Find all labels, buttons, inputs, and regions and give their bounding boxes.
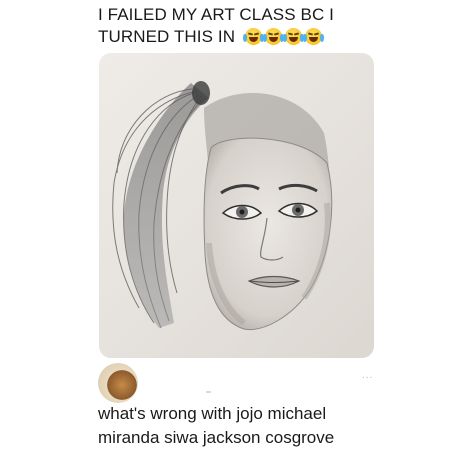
caption-line-1: I FAILED MY ART CLASS BC I — [98, 5, 334, 24]
crying-face-icon — [302, 28, 324, 45]
more-options-icon[interactable]: ... — [362, 370, 373, 381]
crying-face-icon — [282, 28, 304, 45]
commenter-avatar[interactable] — [98, 363, 138, 403]
comment-text: what's wrong with jojo michael miranda s… — [98, 402, 418, 450]
post-caption: I FAILED MY ART CLASS BC I TURNED THIS I… — [98, 4, 398, 48]
emoji-row — [242, 28, 324, 45]
crying-face-icon — [262, 28, 284, 45]
post-image-pencil-drawing[interactable] — [99, 53, 374, 358]
caption-line-2: TURNED THIS IN — [98, 26, 398, 48]
divider-mark — [206, 391, 211, 393]
comment-line-2: miranda siwa jackson cosgrove — [98, 428, 335, 447]
comment-line-1: what's wrong with jojo michael — [98, 404, 327, 423]
caption-line-2-text: TURNED THIS IN — [98, 27, 236, 46]
pencil-portrait-drawing — [112, 81, 333, 331]
crying-face-icon — [242, 28, 264, 45]
